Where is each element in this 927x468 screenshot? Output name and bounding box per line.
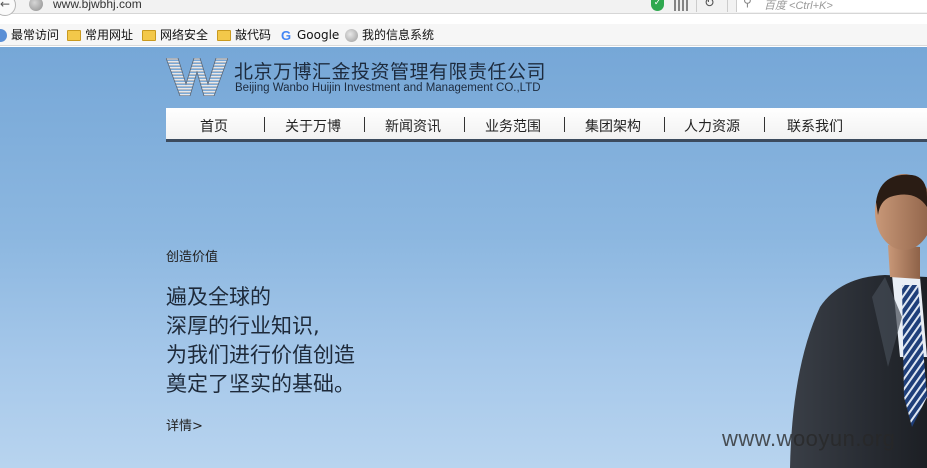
bookmark-label: 网络安全 (160, 28, 209, 42)
search-placeholder: 百度 <Ctrl+K> (764, 0, 833, 12)
search-box[interactable]: ⚲ 百度 <Ctrl+K> (736, 0, 927, 12)
hero-line: 奠定了坚实的基础。 (166, 372, 355, 396)
bookmark-icon (0, 29, 7, 42)
bookmark-label: 敲代码 (235, 28, 272, 42)
bookmark-folder-security[interactable]: 网络安全 (142, 26, 208, 44)
bookmark-label: 我的信息系统 (362, 28, 435, 42)
url-field[interactable]: www.bjwbhj.com (53, 0, 142, 11)
nav-hr[interactable]: 人力资源 (684, 116, 740, 136)
hero-line: 深厚的行业知识, (166, 314, 320, 338)
bookmark-google[interactable]: G Google (281, 26, 339, 44)
nav-divider (564, 117, 565, 132)
nav-divider (764, 117, 765, 132)
nav-contact[interactable]: 联系我们 (787, 116, 843, 136)
hero-tagline: 创造价值 (166, 250, 219, 265)
hero-line: 遍及全球的 (166, 285, 271, 309)
shield-icon[interactable]: ✓ (651, 0, 664, 11)
search-icon: ⚲ (743, 0, 752, 9)
company-name-en: Beijing Wanbo Huijin Investment and Mana… (235, 82, 541, 94)
bookmark-folder-code[interactable]: 敲代码 (217, 26, 271, 44)
page-content: 北京万博汇金投资管理有限责任公司 Beijing Wanbo Huijin In… (0, 47, 927, 468)
bookmark-label: 最常访问 (11, 28, 60, 42)
nav-divider (664, 117, 665, 132)
hero-line: 为我们进行价值创造 (166, 343, 355, 367)
qr-code-icon[interactable] (674, 0, 688, 11)
address-bar: ← www.bjwbhj.com ✓ ↻ ⚲ 百度 <Ctrl+K> (0, 0, 927, 16)
back-arrow-icon[interactable]: ← (0, 0, 16, 16)
hero-headline: 遍及全球的 深厚的行业知识, 为我们进行价值创造 奠定了坚实的基础。 (166, 283, 355, 399)
nav-home[interactable]: 首页 (200, 116, 228, 136)
bookmark-most-visited[interactable]: 最常访问 (0, 26, 59, 44)
divider (727, 0, 728, 12)
globe-icon (345, 29, 358, 42)
nav-divider (464, 117, 465, 132)
folder-icon (217, 30, 231, 41)
company-logo[interactable] (166, 58, 228, 96)
site-globe-icon (29, 0, 43, 11)
watermark-text: www.wooyun.org (722, 426, 896, 451)
nav-group-structure[interactable]: 集团架构 (585, 116, 641, 136)
businessman-photo (790, 174, 927, 468)
nav-news[interactable]: 新闻资讯 (385, 116, 441, 136)
bookmarks-toolbar: 最常访问 常用网址 网络安全 敲代码 G Google 我的信息系统 (0, 24, 927, 46)
nav-divider (364, 117, 365, 132)
bookmark-info-system[interactable]: 我的信息系统 (345, 26, 434, 44)
details-link[interactable]: 详情> (166, 415, 203, 434)
main-navigation: 首页 关于万博 新闻资讯 业务范围 集团架构 人力资源 联系我们 (166, 108, 927, 142)
bookmark-label: 常用网址 (85, 28, 134, 42)
divider (696, 0, 697, 12)
nav-about[interactable]: 关于万博 (285, 116, 341, 136)
nav-business[interactable]: 业务范围 (485, 116, 541, 136)
reload-icon[interactable]: ↻ (704, 0, 715, 11)
bookmark-folder-common[interactable]: 常用网址 (67, 26, 133, 44)
nav-divider (264, 117, 265, 132)
bookmark-label: Google (297, 28, 340, 42)
company-name-cn: 北京万博汇金投资管理有限责任公司 (234, 61, 547, 83)
folder-icon (142, 30, 156, 41)
folder-icon (67, 30, 81, 41)
google-icon: G (281, 27, 292, 43)
wanbo-logo-icon (166, 58, 228, 96)
